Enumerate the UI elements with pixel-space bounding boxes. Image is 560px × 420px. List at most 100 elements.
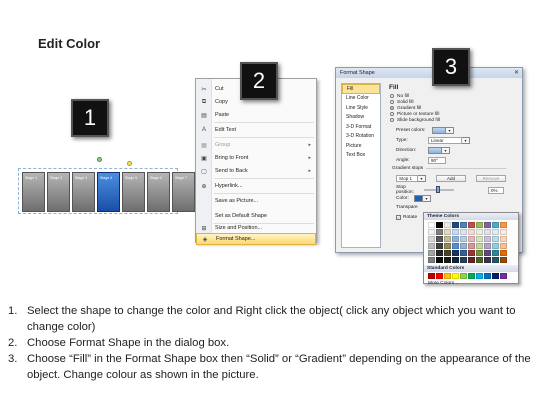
radio-button[interactable] <box>390 100 394 104</box>
stop-position-input[interactable]: 0% <box>488 186 504 194</box>
category-line-color[interactable]: Line Color <box>342 94 380 104</box>
color-swatch[interactable] <box>436 222 443 228</box>
color-picker-button[interactable] <box>414 195 423 202</box>
type-select[interactable]: Linear <box>428 137 462 144</box>
color-swatch[interactable] <box>428 273 435 279</box>
color-swatch[interactable] <box>444 222 451 228</box>
color-swatch[interactable] <box>476 243 483 249</box>
add-stop-button[interactable]: Add <box>436 175 466 182</box>
color-swatch[interactable] <box>492 236 499 242</box>
color-swatch[interactable] <box>460 257 467 263</box>
radio-button[interactable] <box>390 94 394 98</box>
menu-item-edit-text[interactable]: A Edit Text <box>196 124 316 136</box>
color-swatch[interactable] <box>452 243 459 249</box>
color-swatch[interactable] <box>460 250 467 256</box>
color-swatch[interactable] <box>476 229 483 235</box>
color-swatch[interactable] <box>436 250 443 256</box>
color-swatch[interactable] <box>444 250 451 256</box>
menu-item-paste[interactable]: ▤ Paste <box>196 109 316 121</box>
color-swatch[interactable] <box>476 236 483 242</box>
color-swatch[interactable] <box>492 273 499 279</box>
chevron-down-icon[interactable]: ▾ <box>423 195 431 202</box>
color-swatch[interactable] <box>428 229 435 235</box>
slider-thumb[interactable] <box>436 186 440 193</box>
color-swatch[interactable] <box>444 236 451 242</box>
adjust-handle[interactable] <box>127 161 132 166</box>
color-swatch[interactable] <box>452 257 459 263</box>
chevron-down-icon[interactable]: ▾ <box>442 147 450 154</box>
chevron-shape[interactable]: Stage 1 <box>22 172 45 212</box>
color-swatch[interactable] <box>452 222 459 228</box>
menu-item-save-as-picture[interactable]: Save as Picture... <box>196 195 316 207</box>
color-swatch[interactable] <box>436 243 443 249</box>
angle-input[interactable]: 90° <box>428 157 446 164</box>
color-swatch[interactable] <box>436 257 443 263</box>
color-swatch[interactable] <box>468 222 475 228</box>
color-swatch[interactable] <box>500 236 507 242</box>
color-swatch[interactable] <box>444 273 451 279</box>
color-swatch[interactable] <box>436 273 443 279</box>
color-swatch[interactable] <box>468 257 475 263</box>
color-swatch[interactable] <box>500 257 507 263</box>
menu-item-send-to-back[interactable]: ▢ Send to Back ▸ <box>196 165 316 177</box>
color-swatch[interactable] <box>484 236 491 242</box>
category-line-style[interactable]: Line Style <box>342 103 380 113</box>
chevron-down-icon[interactable]: ▾ <box>418 175 426 182</box>
color-swatch[interactable] <box>452 236 459 242</box>
color-swatch[interactable] <box>428 243 435 249</box>
color-swatch[interactable] <box>452 273 459 279</box>
color-swatch[interactable] <box>492 257 499 263</box>
color-swatch[interactable] <box>500 229 507 235</box>
category-3-d-rotation[interactable]: 3-D Rotation <box>342 132 380 142</box>
chevron-shape[interactable]: Stage 7 <box>172 172 195 212</box>
color-swatch[interactable] <box>500 273 507 279</box>
menu-item-group[interactable]: ▦ Group ▸ <box>196 139 316 151</box>
color-swatch[interactable] <box>428 222 435 228</box>
color-swatch[interactable] <box>428 257 435 263</box>
color-swatch[interactable] <box>468 229 475 235</box>
close-icon[interactable]: ✕ <box>514 69 519 76</box>
color-swatch[interactable] <box>460 229 467 235</box>
stop-select[interactable]: Stop 1 <box>396 175 418 182</box>
color-swatch[interactable] <box>484 222 491 228</box>
color-swatch[interactable] <box>500 243 507 249</box>
color-swatch[interactable] <box>492 250 499 256</box>
menu-item-hyperlink[interactable]: ⊕ Hyperlink... <box>196 180 316 192</box>
color-swatch[interactable] <box>460 236 467 242</box>
menu-item-set-as-default-shape[interactable]: Set as Default Shape <box>196 210 316 222</box>
color-swatch[interactable] <box>444 257 451 263</box>
color-swatch[interactable] <box>460 243 467 249</box>
color-swatch[interactable] <box>428 250 435 256</box>
color-swatch[interactable] <box>436 229 443 235</box>
color-swatch[interactable] <box>460 273 467 279</box>
color-swatch[interactable] <box>452 229 459 235</box>
color-swatch[interactable] <box>468 273 475 279</box>
color-swatch[interactable] <box>444 229 451 235</box>
chevron-down-icon[interactable]: ▾ <box>462 137 470 144</box>
chevron-shape[interactable]: Stage 3 <box>72 172 95 212</box>
radio-button[interactable] <box>390 118 394 122</box>
color-swatch[interactable] <box>492 222 499 228</box>
category-shadow[interactable]: Shadow <box>342 113 380 123</box>
chevron-shape[interactable]: Stage 6 <box>147 172 170 212</box>
menu-item-format-shape[interactable]: ◈ Format Shape... <box>196 233 316 245</box>
shape-strip[interactable]: Stage 1 Stage 2 Stage 3 Stage 4 Stage 5 Stage… <box>18 157 195 214</box>
radio-button[interactable] <box>390 112 394 116</box>
color-swatch[interactable] <box>452 250 459 256</box>
color-swatch[interactable] <box>476 257 483 263</box>
color-swatch[interactable] <box>492 229 499 235</box>
category-text-box[interactable]: Text Box <box>342 151 380 161</box>
chevron-shape[interactable]: Stage 4 <box>97 172 120 212</box>
color-swatch[interactable] <box>476 222 483 228</box>
color-swatch[interactable] <box>484 257 491 263</box>
category-fill[interactable]: Fill <box>342 84 380 94</box>
color-swatch[interactable] <box>484 229 491 235</box>
rotation-handle[interactable] <box>97 157 102 162</box>
radio-button[interactable] <box>390 106 394 110</box>
direction-button[interactable] <box>428 147 442 154</box>
more-colors-link[interactable]: More Colors... <box>424 281 518 286</box>
color-swatch[interactable] <box>468 250 475 256</box>
fill-option-slide-background-fill[interactable]: Slide background fill <box>390 117 520 123</box>
color-swatch[interactable] <box>468 243 475 249</box>
color-swatch[interactable] <box>436 236 443 242</box>
